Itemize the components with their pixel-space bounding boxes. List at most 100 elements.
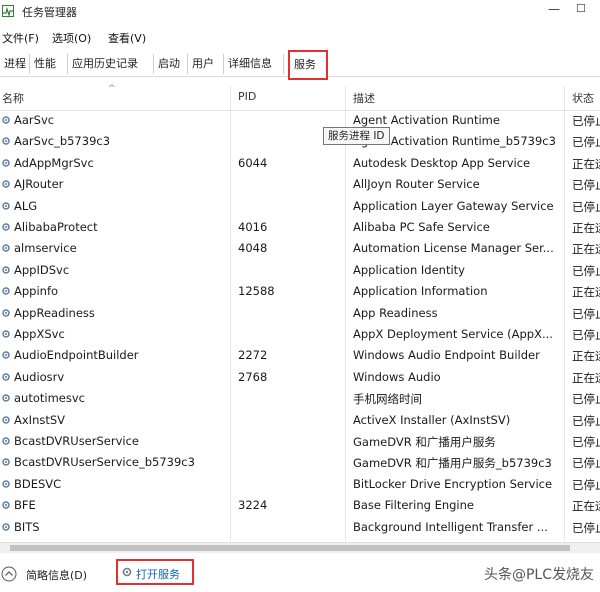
service-row[interactable]: AarSvc_b5739c3 Agent Activation Runtime_b… [0, 131, 600, 152]
title-bar: 任务管理器 — ☐ [0, 0, 600, 24]
service-name: AxInstSV [14, 412, 66, 427]
service-row[interactable]: almservice 4048 Automation License Manager… [0, 238, 600, 259]
service-row[interactable]: BcastDVRUserService_b5739c3 GameDVR 和广播用户… [0, 452, 600, 473]
service-status: 已停止 [572, 413, 600, 428]
fewer-details-link[interactable]: 简略信息(D) [26, 567, 87, 583]
menu-options[interactable]: 选项(O) [52, 30, 91, 46]
service-description: 手机网络时间 [353, 392, 422, 407]
service-gear-icon [2, 137, 10, 146]
service-row[interactable]: AarSvc Agent Activation Runtime 已停止 [0, 110, 600, 131]
service-description: Application Layer Gateway Service [353, 198, 554, 213]
open-services-button[interactable]: 打开服务 [116, 559, 194, 585]
service-gear-icon [2, 201, 10, 210]
services-gear-icon [122, 567, 132, 577]
service-row[interactable]: AxInstSV ActiveX Installer (AxInstSV) 已停止 [0, 410, 600, 431]
column-header-status[interactable]: 状态 [572, 90, 594, 106]
service-row[interactable]: BITS Background Intelligent Transfer ... 已… [0, 517, 600, 538]
service-gear-icon [2, 287, 10, 295]
service-status: 正在运行 [572, 156, 600, 171]
service-status: 已停止 [572, 477, 600, 492]
service-name: AJRouter [14, 177, 64, 192]
service-status: 已停止 [572, 263, 600, 278]
horizontal-scrollbar[interactable] [0, 542, 600, 553]
service-description: ActiveX Installer (AxInstSV) [353, 412, 511, 427]
service-status: 已停止 [572, 435, 600, 449]
tab-processes[interactable]: 进程 [0, 54, 30, 74]
service-status: 已停止 [572, 328, 600, 342]
minimize-button[interactable]: — [548, 2, 560, 16]
column-header-description[interactable]: 描述 [353, 90, 375, 106]
service-pid: 2768 [238, 369, 268, 384]
service-status: 正在运行 [572, 242, 600, 257]
service-row[interactable]: AdAppMgrSvc 6044 Autodesk Desktop App Serv… [0, 153, 600, 174]
service-row[interactable]: AppIDSvc Application Identity 已停止 [0, 260, 600, 281]
service-gear-icon [2, 116, 10, 124]
service-row[interactable]: BDESVC BitLocker Drive Encryption Service… [0, 474, 600, 495]
service-description: Automation License Manager Ser... [353, 241, 554, 256]
service-status: 已停止 [572, 306, 600, 321]
service-row[interactable]: AudioEndpointBuilder 2272 Windows Audio En… [0, 345, 600, 366]
tab-app-history[interactable]: 应用历史记录 [68, 54, 154, 74]
service-description: GameDVR 和广播用户服务_b5739c3 [353, 456, 552, 471]
tab-bar: 进程 性能 应用历史记录 启动 用户 详细信息 服务 [0, 50, 600, 80]
service-gear-icon [2, 244, 10, 253]
service-name: BcastDVRUserService_b5739c3 [14, 455, 195, 470]
service-row[interactable]: AJRouter AllJoyn Router Service 已停止 [0, 174, 600, 195]
service-description: App Readiness [353, 305, 438, 320]
column-header-name[interactable]: 名称 [2, 90, 24, 106]
service-name: Appinfo [14, 284, 59, 299]
service-description: Background Intelligent Transfer ... [353, 519, 548, 534]
open-services-label: 打开服务 [136, 568, 180, 581]
menu-file[interactable]: 文件(F) [2, 30, 39, 46]
tab-performance[interactable]: 性能 [30, 54, 68, 74]
service-description: BitLocker Drive Encryption Service [353, 476, 553, 491]
pid-tooltip: 服务进程 ID [323, 127, 390, 145]
service-row[interactable]: AlibabaProtect 4016 Alibaba PC Safe Servic… [0, 217, 600, 238]
service-status: 正在运行 [572, 221, 600, 235]
service-gear-icon [2, 223, 10, 231]
service-row[interactable]: ALG Application Layer Gateway Service 已停止 [0, 196, 600, 217]
service-row[interactable]: BcastDVRUserService GameDVR 和广播用户服务 已停止 [0, 431, 600, 452]
service-gear-icon [2, 373, 10, 381]
maximize-button[interactable]: ☐ [576, 2, 586, 15]
service-gear-icon [2, 522, 10, 531]
service-gear-icon [2, 330, 10, 338]
service-description: Application Information [353, 284, 488, 299]
service-pid: 2272 [238, 348, 268, 363]
service-row[interactable]: AppXSvc AppX Deployment Service (AppX... 已… [0, 324, 600, 345]
tab-users[interactable]: 用户 [188, 54, 224, 74]
service-name: AppIDSvc [14, 262, 70, 277]
service-name: AarSvc_b5739c3 [14, 134, 111, 149]
service-pid: 6044 [238, 155, 268, 170]
service-name: Audiosrv [14, 369, 65, 384]
service-gear-icon [2, 351, 10, 360]
service-name: almservice [14, 241, 77, 256]
service-row[interactable]: BFE 3224 Base Filtering Engine 正在运行 [0, 495, 600, 516]
task-manager-icon [2, 5, 14, 17]
service-description: GameDVR 和广播用户服务 [353, 435, 496, 449]
chevron-up-circle-icon[interactable] [1, 566, 17, 582]
service-row[interactable]: AppReadiness App Readiness 已停止 [0, 303, 600, 324]
service-status: 正在运行 [572, 370, 600, 385]
service-row[interactable]: Audiosrv 2768 Windows Audio 正在运行 [0, 367, 600, 388]
service-description: AllJoyn Router Service [353, 177, 480, 192]
service-status: 正在运行 [572, 349, 600, 364]
watermark-text: 头条@PLC发烧友 [483, 567, 594, 583]
service-status: 已停止 [572, 135, 600, 150]
service-gear-icon [2, 266, 10, 274]
tab-services[interactable]: 服务 [288, 50, 328, 80]
service-status: 已停止 [572, 456, 600, 471]
scrollbar-thumb[interactable] [10, 545, 570, 551]
service-description: Agent Activation Runtime [353, 113, 500, 127]
service-pid: 12588 [238, 284, 275, 299]
service-status: 已停止 [572, 520, 600, 535]
service-description: Windows Audio [353, 369, 441, 384]
column-header-pid[interactable]: PID [238, 90, 256, 103]
service-row[interactable]: Appinfo 12588 Application Information 正在运行 [0, 281, 600, 302]
tab-details[interactable]: 详细信息 [224, 54, 284, 74]
service-description: Autodesk Desktop App Service [353, 155, 531, 170]
service-name: AarSvc [14, 113, 55, 127]
menu-view[interactable]: 查看(V) [108, 30, 146, 46]
tab-startup[interactable]: 启动 [154, 54, 188, 74]
service-row[interactable]: autotimesvc 手机网络时间 已停止 [0, 388, 600, 409]
